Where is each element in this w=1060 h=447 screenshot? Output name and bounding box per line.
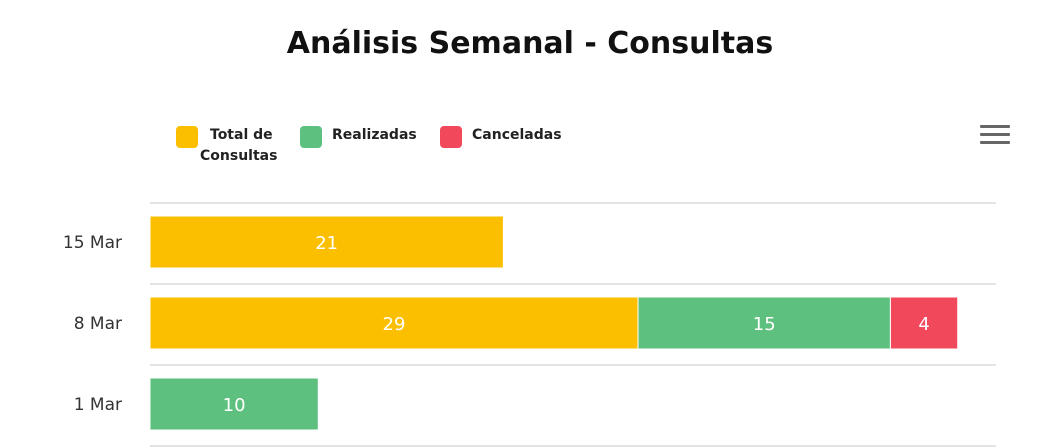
- category-label: 15 Mar: [63, 233, 122, 253]
- data-label: 4: [918, 314, 929, 335]
- data-label: 15: [753, 314, 776, 335]
- category-label: 8 Mar: [74, 314, 122, 334]
- category-label: 1 Mar: [74, 395, 122, 415]
- data-label: 29: [383, 314, 406, 335]
- bar-chart-plot: 15 Mar 21 8 Mar 29 15 4 1 Mar 10: [63, 202, 996, 447]
- data-label: 10: [223, 395, 246, 416]
- data-label: 21: [315, 233, 338, 254]
